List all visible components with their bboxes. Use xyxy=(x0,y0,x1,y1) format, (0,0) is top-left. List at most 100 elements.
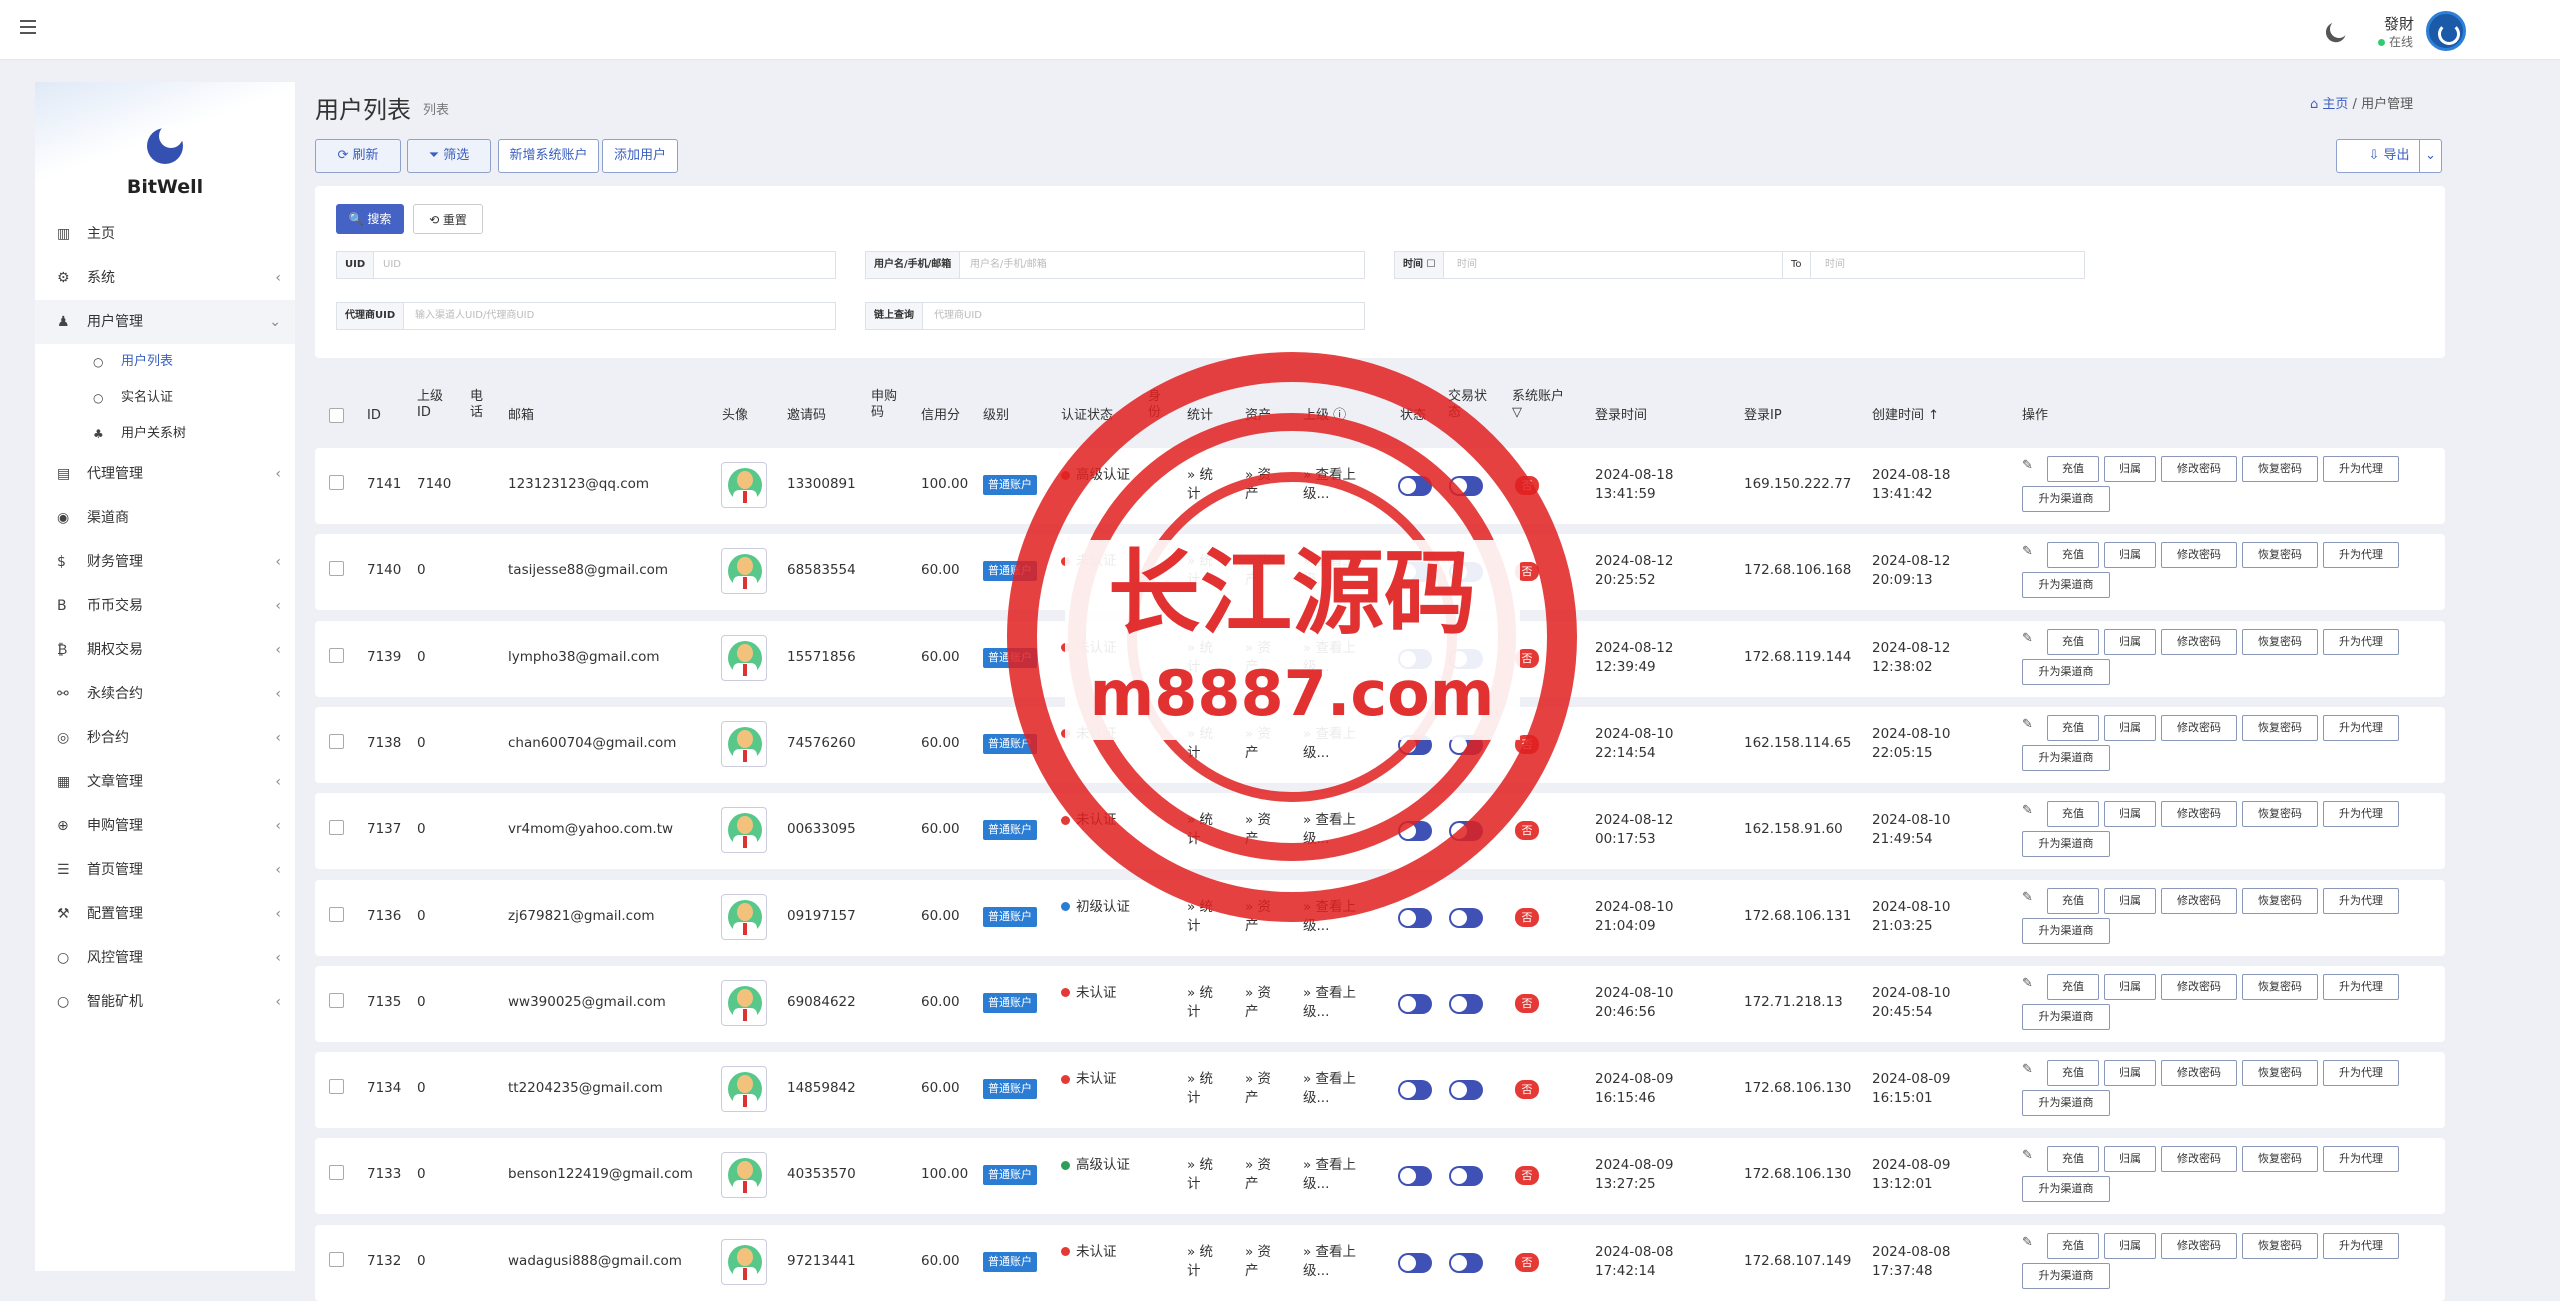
sidebar-item-12[interactable]: ☰ 首页管理 ‹ xyxy=(35,848,295,892)
reset-password-button[interactable]: 恢复密码 xyxy=(2242,628,2318,655)
upgrade-channel-button[interactable]: 升为渠道商 xyxy=(2022,1176,2110,1203)
status-toggle[interactable] xyxy=(1398,821,1432,842)
upgrade-agent-button[interactable]: 升为代理 xyxy=(2323,628,2399,655)
reset-button[interactable]: ⟲ 重置 xyxy=(413,204,483,234)
row-checkbox[interactable] xyxy=(329,992,344,1008)
trade-status-toggle[interactable] xyxy=(1449,993,1483,1014)
user-avatar-image[interactable] xyxy=(721,634,767,681)
change-password-button[interactable]: 修改密码 xyxy=(2161,801,2237,828)
user-avatar-image[interactable] xyxy=(721,893,767,940)
recharge-button[interactable]: 充值 xyxy=(2047,1232,2099,1259)
attribution-button[interactable]: 归属 xyxy=(2104,542,2156,569)
sidebar-item-15[interactable]: ○ 智能矿机 ‹ xyxy=(35,980,295,1024)
edit-icon[interactable]: ✎ xyxy=(2022,458,2036,473)
assets-link[interactable]: » 资产 xyxy=(1245,898,1281,936)
status-toggle[interactable] xyxy=(1398,476,1432,496)
status-toggle[interactable] xyxy=(1398,1166,1432,1187)
row-checkbox[interactable] xyxy=(329,1165,344,1181)
name-input[interactable]: 用户名/手机/邮箱 xyxy=(970,252,1047,278)
stats-link[interactable]: » 统计 xyxy=(1187,466,1223,504)
uid-field[interactable]: UID UID xyxy=(336,251,836,279)
add-system-account-button[interactable]: 新增系统账户 xyxy=(498,139,599,173)
parent-link[interactable]: » 查看上级... xyxy=(1303,1156,1369,1194)
reset-password-button[interactable]: 恢复密码 xyxy=(2242,973,2318,1000)
parent-link[interactable]: » 查看上级... xyxy=(1303,1070,1369,1108)
trade-status-toggle[interactable] xyxy=(1449,907,1483,928)
select-all-checkbox[interactable] xyxy=(329,408,344,423)
sidebar-item-10[interactable]: ▦ 文章管理 ‹ xyxy=(35,760,295,804)
status-toggle[interactable] xyxy=(1398,1252,1432,1273)
assets-link[interactable]: » 资产 xyxy=(1245,1243,1281,1281)
recharge-button[interactable]: 充值 xyxy=(2047,973,2099,1000)
upgrade-agent-button[interactable]: 升为代理 xyxy=(2323,714,2399,741)
stats-link[interactable]: » 统计 xyxy=(1187,1243,1223,1281)
parent-link[interactable]: » 查看上级... xyxy=(1303,984,1369,1022)
change-password-button[interactable]: 修改密码 xyxy=(2161,456,2237,482)
change-password-button[interactable]: 修改密码 xyxy=(2161,887,2237,914)
assets-link[interactable]: » 资产 xyxy=(1245,811,1281,849)
reset-password-button[interactable]: 恢复密码 xyxy=(2242,1232,2318,1259)
change-password-button[interactable]: 修改密码 xyxy=(2161,1232,2237,1259)
col-id[interactable]: ID xyxy=(367,408,381,424)
stats-link[interactable]: » 统计 xyxy=(1187,639,1223,677)
agent-uid-input[interactable]: 输入渠道人UID/代理商UID xyxy=(415,303,534,329)
edit-icon[interactable]: ✎ xyxy=(2022,544,2036,559)
trade-status-toggle[interactable] xyxy=(1449,1252,1483,1273)
stats-link[interactable]: » 统计 xyxy=(1187,984,1223,1022)
assets-link[interactable]: » 资产 xyxy=(1245,984,1281,1022)
assets-link[interactable]: » 资产 xyxy=(1245,1070,1281,1108)
upgrade-agent-button[interactable]: 升为代理 xyxy=(2323,456,2399,482)
recharge-button[interactable]: 充值 xyxy=(2047,542,2099,569)
col-system-account[interactable]: 系统账户 ▽ xyxy=(1512,389,1564,421)
time-to-input[interactable]: 时间 xyxy=(1825,252,1845,278)
menu-toggle-icon[interactable] xyxy=(20,20,36,34)
filter-button[interactable]: ⏷ 筛选 xyxy=(407,139,491,173)
chain-query-field[interactable]: 链上查询 代理商UID xyxy=(865,302,1365,330)
stats-link[interactable]: » 统计 xyxy=(1187,1156,1223,1194)
parent-link[interactable]: » 查看上级... xyxy=(1303,725,1369,763)
parent-link[interactable]: » 查看上级... xyxy=(1303,466,1369,504)
trade-status-toggle[interactable] xyxy=(1449,821,1483,842)
user-avatar-image[interactable] xyxy=(721,720,767,767)
upgrade-agent-button[interactable]: 升为代理 xyxy=(2323,801,2399,828)
row-checkbox[interactable] xyxy=(329,906,344,922)
reset-password-button[interactable]: 恢复密码 xyxy=(2242,1146,2318,1173)
edit-icon[interactable]: ✎ xyxy=(2022,976,2036,991)
parent-link[interactable]: » 查看上级... xyxy=(1303,639,1369,677)
sidebar-item-8[interactable]: ⚯ 永续合约 ‹ xyxy=(35,672,295,716)
sidebar-item-4[interactable]: ◉ 渠道商 xyxy=(35,496,295,540)
assets-link[interactable]: » 资产 xyxy=(1245,466,1281,504)
change-password-button[interactable]: 修改密码 xyxy=(2161,1060,2237,1087)
edit-icon[interactable]: ✎ xyxy=(2022,1062,2036,1077)
recharge-button[interactable]: 充值 xyxy=(2047,801,2099,828)
recharge-button[interactable]: 充值 xyxy=(2047,1060,2099,1087)
upgrade-channel-button[interactable]: 升为渠道商 xyxy=(2022,486,2110,512)
sidebar-item-6[interactable]: B 币币交易 ‹ xyxy=(35,584,295,628)
row-checkbox[interactable] xyxy=(329,1251,344,1267)
recharge-button[interactable]: 充值 xyxy=(2047,456,2099,482)
refresh-button[interactable]: ⟳ 刷新 xyxy=(315,139,401,173)
edit-icon[interactable]: ✎ xyxy=(2022,631,2036,646)
sidebar-item-3[interactable]: ▤ 代理管理 ‹ xyxy=(35,452,295,496)
stats-link[interactable]: » 统计 xyxy=(1187,898,1223,936)
upgrade-channel-button[interactable]: 升为渠道商 xyxy=(2022,744,2110,771)
change-password-button[interactable]: 修改密码 xyxy=(2161,973,2237,1000)
upgrade-channel-button[interactable]: 升为渠道商 xyxy=(2022,658,2110,685)
attribution-button[interactable]: 归属 xyxy=(2104,1060,2156,1087)
attribution-button[interactable]: 归属 xyxy=(2104,1232,2156,1259)
upgrade-channel-button[interactable]: 升为渠道商 xyxy=(2022,572,2110,599)
assets-link[interactable]: » 资产 xyxy=(1245,552,1281,590)
user-avatar-image[interactable] xyxy=(721,548,767,595)
search-button[interactable]: 🔍 搜索 xyxy=(336,204,404,234)
trade-status-toggle[interactable] xyxy=(1449,1080,1483,1101)
parent-link[interactable]: » 查看上级... xyxy=(1303,552,1369,590)
status-toggle[interactable] xyxy=(1398,562,1432,583)
sidebar-subitem-0[interactable]: ○ 用户列表 xyxy=(35,344,295,380)
trade-status-toggle[interactable] xyxy=(1449,1166,1483,1187)
row-checkbox[interactable] xyxy=(329,733,344,749)
reset-password-button[interactable]: 恢复密码 xyxy=(2242,801,2318,828)
assets-link[interactable]: » 资产 xyxy=(1245,725,1281,763)
trade-status-toggle[interactable] xyxy=(1449,476,1483,496)
reset-password-button[interactable]: 恢复密码 xyxy=(2242,1060,2318,1087)
stats-link[interactable]: » 统计 xyxy=(1187,811,1223,849)
